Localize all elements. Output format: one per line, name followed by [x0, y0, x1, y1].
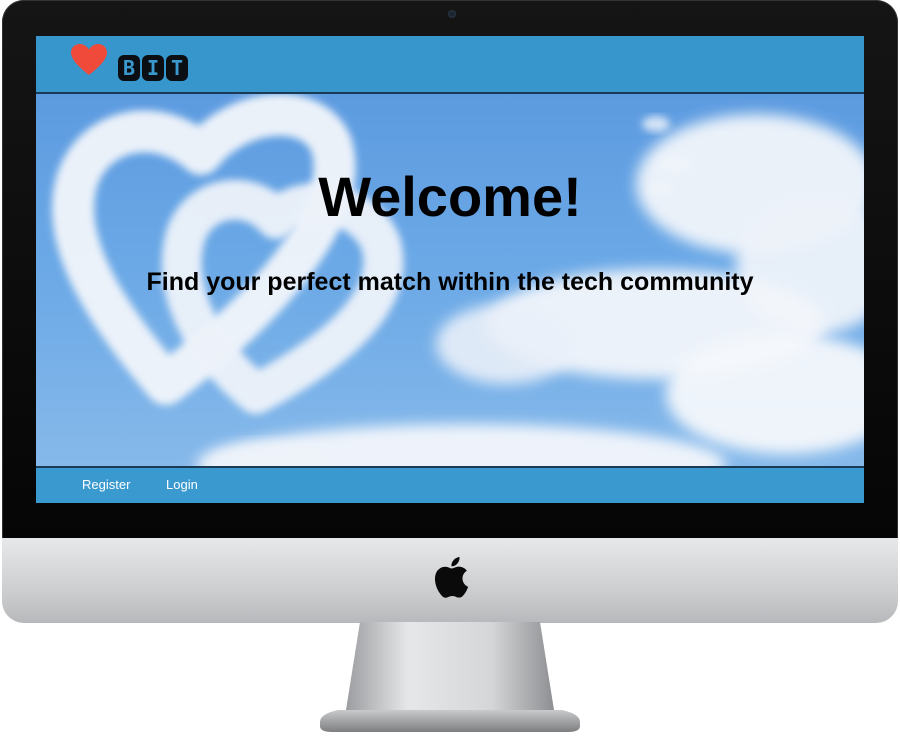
- logo-letter: B: [118, 55, 140, 81]
- apple-icon: [434, 557, 469, 598]
- monitor-stand: [320, 622, 580, 732]
- brand-logo[interactable]: B I T: [118, 55, 188, 83]
- heart-icon: [71, 44, 107, 75]
- hero-section: Welcome! Find your perfect match within …: [36, 94, 864, 466]
- header-bar: B I T: [36, 36, 864, 94]
- screen: B I T Welcome! Find your perfect match w…: [36, 36, 864, 503]
- monitor-frame: B I T Welcome! Find your perfect match w…: [0, 0, 900, 753]
- logo-letter: I: [142, 55, 164, 81]
- login-link[interactable]: Login: [166, 477, 198, 492]
- register-link[interactable]: Register: [82, 477, 130, 492]
- footer-nav: Register Login: [36, 466, 864, 503]
- monitor-chin: [2, 538, 898, 623]
- page-title: Welcome!: [318, 165, 582, 228]
- logo-letter: T: [166, 55, 188, 81]
- hero-subtitle: Find your perfect match within the tech …: [146, 268, 754, 296]
- camera-icon: [448, 10, 456, 18]
